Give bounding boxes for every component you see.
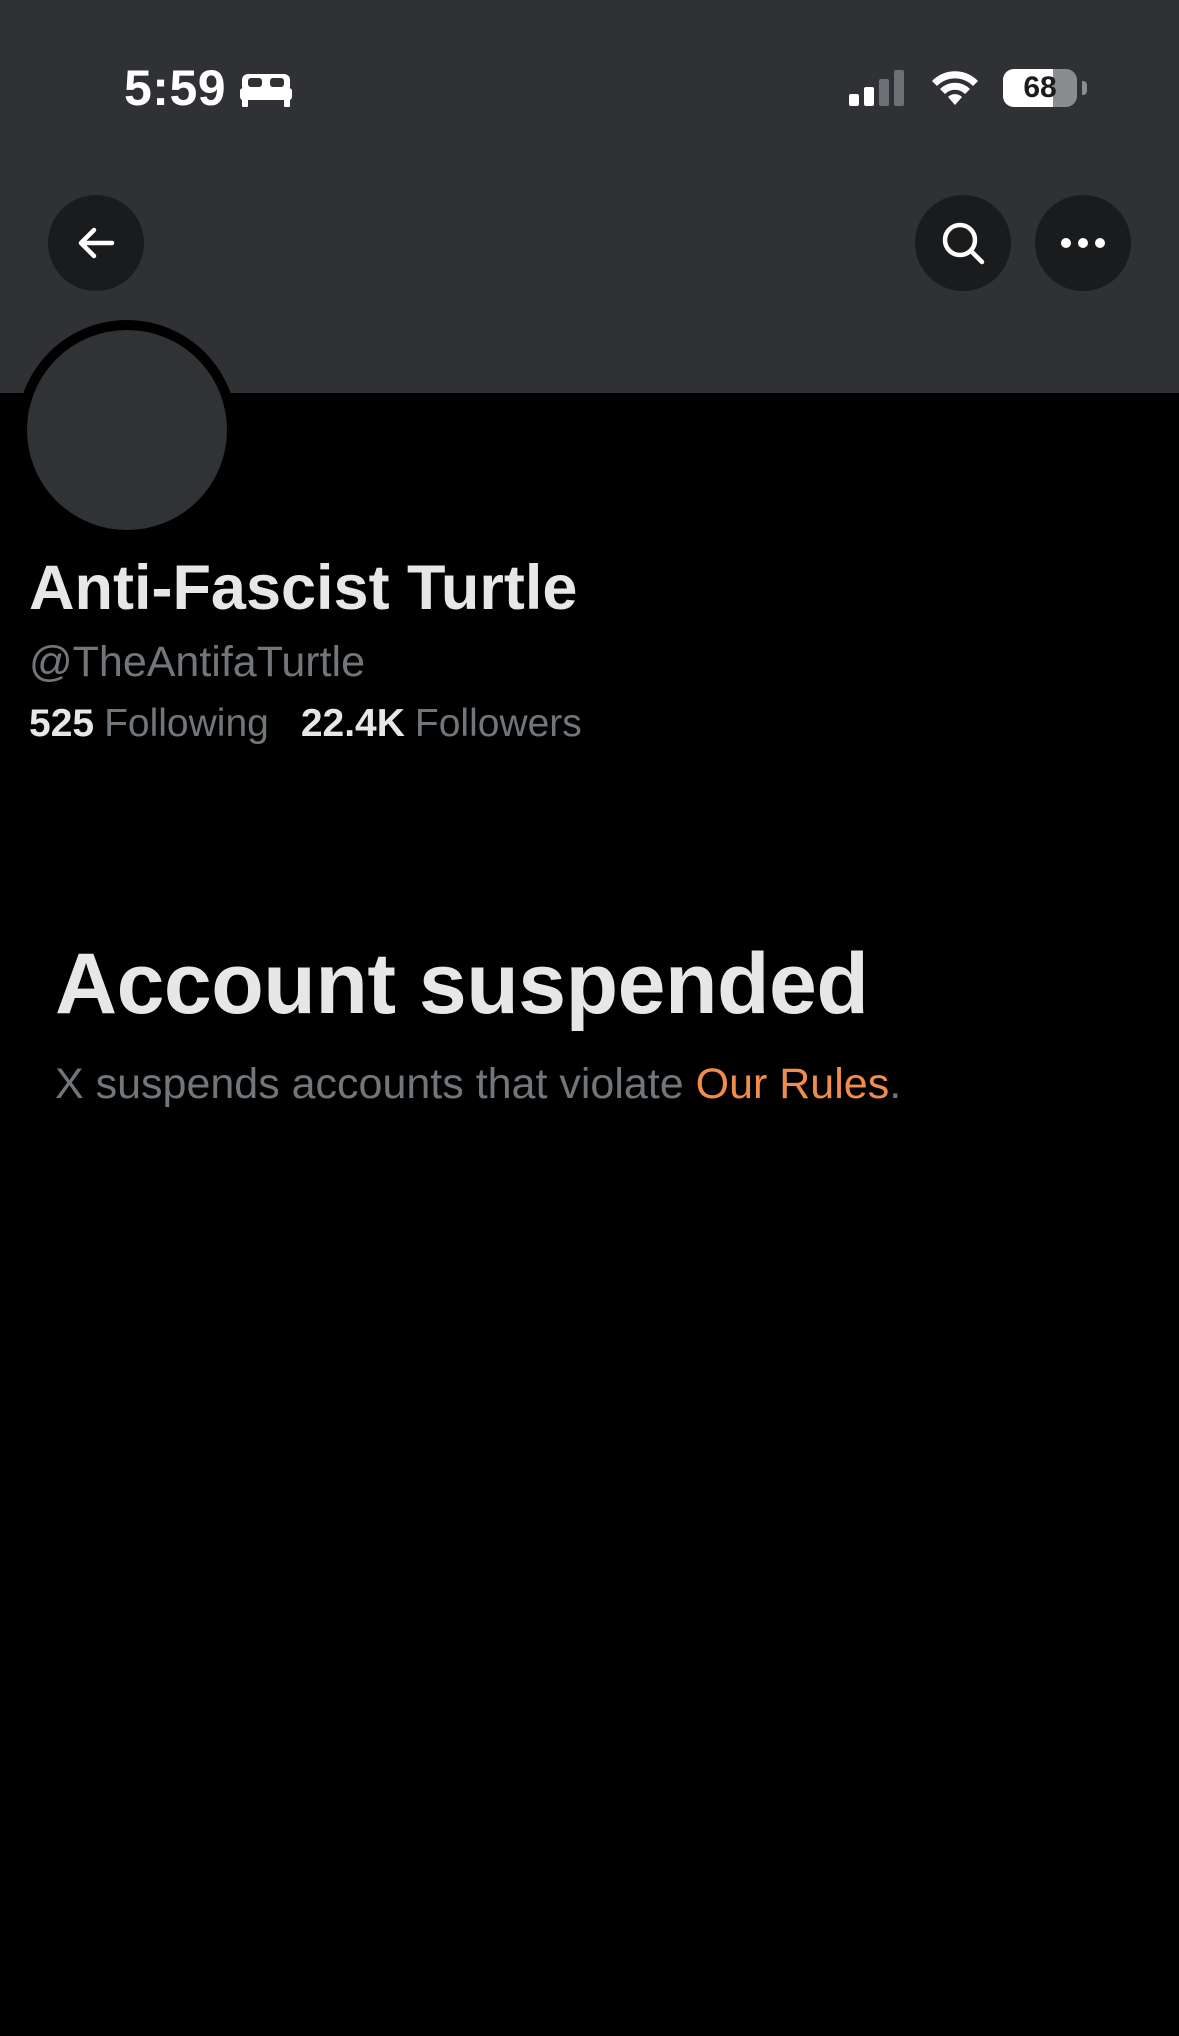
battery-level: 68 xyxy=(1023,71,1057,104)
bed-icon xyxy=(240,74,293,107)
display-name: Anti-Fascist Turtle xyxy=(29,553,578,623)
more-options-button[interactable] xyxy=(1035,195,1131,291)
followers-label: Followers xyxy=(414,702,582,745)
suspended-message: X suspends accounts that violate Our Rul… xyxy=(55,1060,901,1109)
following-count: 525 xyxy=(29,702,95,745)
back-arrow-icon xyxy=(78,227,115,259)
followers-count: 22.4K xyxy=(300,702,405,745)
following-stat[interactable]: 525 Following xyxy=(29,702,269,746)
suspended-title: Account suspended xyxy=(55,936,869,1032)
status-time: 5:59 xyxy=(124,60,227,116)
battery-icon: 68 xyxy=(1003,68,1087,108)
profile-stats: 525 Following 22.4K Followers xyxy=(29,702,582,746)
followers-stat[interactable]: 22.4K Followers xyxy=(301,702,582,746)
signal-icon xyxy=(849,70,904,106)
suspended-message-prefix: X suspends accounts that violate xyxy=(55,1060,696,1108)
search-button[interactable] xyxy=(915,195,1011,291)
suspended-message-suffix: . xyxy=(889,1060,902,1108)
battery-body: 68 xyxy=(1003,69,1077,107)
more-icon xyxy=(1061,238,1105,248)
our-rules-link[interactable]: Our Rules xyxy=(696,1060,890,1108)
avatar xyxy=(17,320,237,540)
search-icon xyxy=(942,222,985,265)
following-label: Following xyxy=(104,702,269,745)
status-indicators: 68 xyxy=(849,66,1087,110)
username-handle: @TheAntifaTurtle xyxy=(29,638,366,686)
status-time-group: 5:59 xyxy=(124,58,293,118)
battery-cap xyxy=(1082,81,1087,95)
wifi-icon xyxy=(932,71,978,105)
back-button[interactable] xyxy=(48,195,144,291)
